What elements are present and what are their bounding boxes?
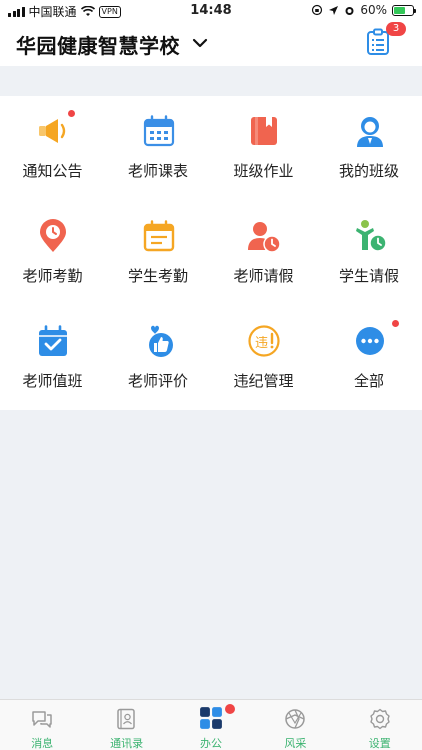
office-grid-icon	[199, 707, 222, 729]
calendar-icon	[143, 115, 174, 147]
tab-settings[interactable]: 设置	[338, 700, 422, 750]
clipboard-icon	[143, 220, 174, 252]
tab-label: 办公	[199, 737, 222, 750]
bottom-tab-bar: 消息 通讯录 办公 风采 设置	[0, 699, 422, 750]
grid-item-teacher-schedule[interactable]: 老师课表	[106, 96, 211, 200]
office-red-dot	[224, 704, 235, 714]
teacher-leave-icon	[248, 222, 281, 253]
megaphone-icon	[39, 119, 66, 143]
grid-item-teacher-evaluation[interactable]: 老师评价	[106, 306, 211, 410]
tab-gallery[interactable]: 风采	[253, 700, 337, 750]
battery-icon	[392, 4, 416, 16]
homework-book-icon	[251, 117, 277, 145]
grid-label: 学生请假	[338, 267, 399, 285]
grid-label: 老师评价	[127, 372, 188, 390]
svg-text:违: 违	[255, 336, 268, 351]
tab-label: 消息	[31, 737, 54, 750]
grid-label: 违纪管理	[233, 372, 294, 390]
grid-label: 老师课表	[127, 162, 188, 180]
grid-item-student-attendance[interactable]: 学生考勤	[106, 201, 211, 305]
grid-item-teacher-attendance[interactable]: 老师考勤	[0, 201, 105, 305]
task-count-badge: 3	[386, 22, 406, 36]
all-red-dot	[391, 320, 399, 327]
grid-item-class-homework[interactable]: 班级作业	[211, 96, 316, 200]
location-clock-icon	[40, 219, 66, 252]
grid-item-teacher-duty[interactable]: 老师值班	[0, 306, 105, 410]
thumbs-up-icon	[148, 325, 173, 357]
grid-label: 老师值班	[22, 372, 83, 390]
more-dots-icon	[355, 327, 384, 355]
tab-label: 通讯录	[110, 737, 144, 750]
grid-label: 全部	[353, 372, 384, 390]
grid-item-teacher-leave[interactable]: 老师请假	[211, 201, 316, 305]
tab-messages[interactable]: 消息	[0, 700, 84, 750]
school-title[interactable]: 华园健康智慧学校	[16, 30, 180, 59]
class-person-icon	[356, 117, 383, 147]
battery-percent: 60%	[360, 3, 387, 17]
battery-fill	[394, 6, 405, 14]
tab-label: 风采	[284, 737, 307, 750]
tab-label: 设置	[368, 737, 391, 750]
violation-icon: 违	[248, 325, 280, 357]
contacts-icon	[117, 708, 136, 730]
settings-icon	[369, 708, 390, 730]
grid-item-notice[interactable]: 通知公告	[0, 96, 105, 200]
calendar-check-icon	[39, 325, 67, 356]
status-bar: 中国联通 VPN 14:48 60%	[0, 0, 422, 22]
grid-item-discipline[interactable]: 违 违纪管理	[211, 306, 316, 410]
gallery-icon	[285, 709, 305, 729]
grid-label: 学生考勤	[127, 267, 188, 285]
grid-label: 班级作业	[233, 162, 294, 180]
chevron-down-icon[interactable]	[190, 33, 210, 53]
message-icon	[32, 711, 52, 728]
student-leave-icon	[355, 220, 387, 252]
status-right: 60%	[311, 3, 416, 17]
grid-item-my-class[interactable]: 我的班级	[317, 96, 422, 200]
grid-item-all[interactable]: 全部	[317, 306, 422, 410]
grid-label: 通知公告	[22, 162, 83, 180]
notice-red-dot	[68, 110, 75, 117]
grid-label: 老师请假	[233, 267, 294, 285]
header: 华园健康智慧学校 3	[0, 22, 422, 66]
grid-label: 我的班级	[338, 162, 399, 180]
location-arrow-icon	[329, 5, 339, 15]
function-grid: 通知公告 老师课表 班级作业 我的班级 老师考勤 学生考勤 老师请假 学生请假 …	[0, 96, 422, 410]
alarm-icon	[345, 6, 354, 15]
grid-label: 老师考勤	[22, 267, 83, 285]
tab-office[interactable]: 办公	[169, 700, 253, 750]
grid-item-student-leave[interactable]: 学生请假	[317, 201, 422, 305]
tab-contacts[interactable]: 通讯录	[84, 700, 168, 750]
rotation-lock-icon	[312, 4, 323, 16]
